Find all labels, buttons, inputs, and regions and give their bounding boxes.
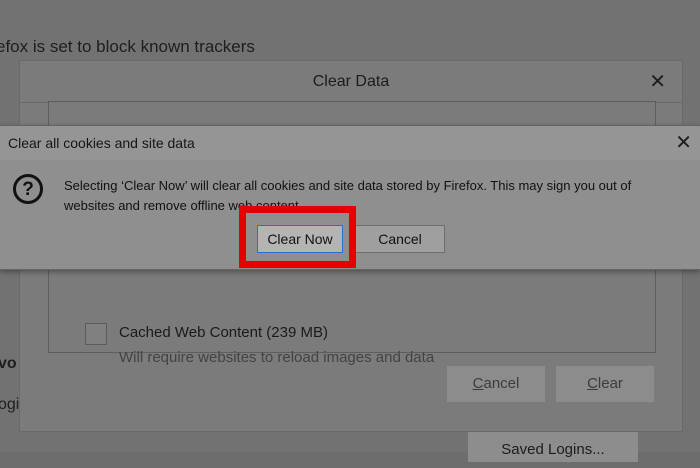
clear-accesskey: C [587, 375, 598, 392]
saved-logins-button[interactable]: Saved Logins... [468, 432, 638, 462]
confirm-dialog-title: Clear all cookies and site data [8, 135, 195, 151]
cancel-label: ancel [483, 375, 520, 392]
cached-content-checkbox[interactable] [85, 323, 107, 345]
background-side-heading: vo [0, 355, 17, 372]
cancel-button[interactable]: Cancel [447, 366, 545, 402]
cancel-accesskey: C [472, 375, 484, 392]
confirm-titlebar: Clear all cookies and site data ✕ [0, 126, 700, 160]
clear-data-title: Clear Data [312, 73, 390, 90]
background-side-text-logins: ogi [0, 396, 20, 413]
tracker-status-text: efox is set to block known trackers [0, 37, 255, 56]
question-icon: ? [13, 174, 43, 204]
confirm-cancel-button[interactable]: Cancel [355, 225, 445, 253]
cached-content-label: Cached Web Content (239 MB) [119, 324, 328, 341]
close-icon[interactable]: ✕ [649, 69, 666, 94]
confirm-message: Selecting ‘Clear Now’ will clear all coo… [64, 178, 632, 213]
confirm-clear-dialog: Clear all cookies and site data ✕ ? Sele… [0, 125, 700, 270]
clear-label: lear [597, 375, 623, 392]
clear-button[interactable]: Clear [556, 366, 654, 402]
clear-now-button[interactable]: Clear Now [257, 225, 343, 253]
close-icon[interactable]: ✕ [675, 130, 692, 155]
cached-content-description: Will require websites to reload images a… [119, 349, 435, 366]
